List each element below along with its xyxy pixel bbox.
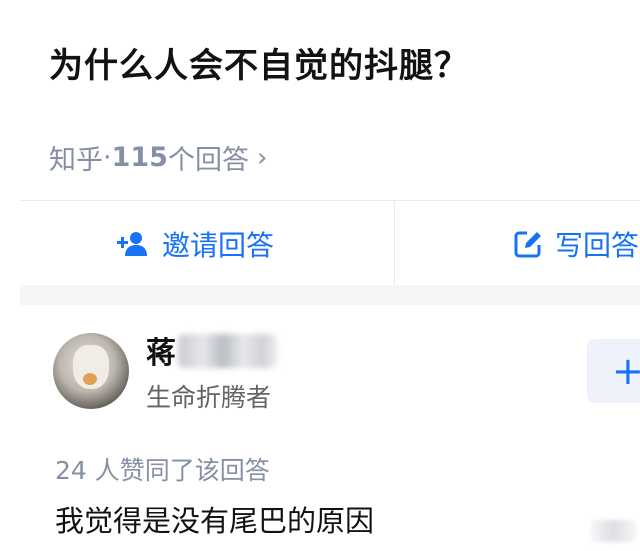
answer-count-suffix: 个回答 (167, 145, 249, 176)
chevron-right-icon: › (256, 142, 268, 173)
author-name-blur (178, 334, 278, 368)
question-meta[interactable]: 知乎 · 115 个回答 › (49, 138, 267, 177)
author-bio: 生命折腾者 (146, 383, 272, 412)
vote-count: 24 人赞同了该回答 (55, 456, 270, 485)
avatar[interactable] (53, 333, 129, 409)
edit-icon (514, 231, 541, 257)
section-divider (20, 285, 640, 305)
invite-answer-label: 邀请回答 (161, 228, 274, 262)
write-answer-label: 写回答 (555, 228, 640, 262)
answer-count: 115 (111, 142, 168, 173)
source-label: 知乎 (49, 145, 103, 176)
question-actions: 邀请回答 写回答 (20, 200, 640, 286)
author-name[interactable]: 蒋 (146, 328, 176, 372)
write-answer-button[interactable]: 写回答 (395, 201, 639, 286)
question-title: 为什么人会不自觉的抖腿？ (49, 46, 469, 86)
meta-separator: · (103, 142, 112, 173)
follow-button[interactable]: + (587, 339, 640, 403)
answer-content[interactable]: 我觉得是没有尾巴的原因 (55, 498, 374, 540)
invite-answer-button[interactable]: 邀请回答 (20, 201, 395, 286)
add-user-icon (116, 231, 147, 256)
follow-button-label: + (612, 349, 640, 393)
watermark (590, 520, 636, 542)
